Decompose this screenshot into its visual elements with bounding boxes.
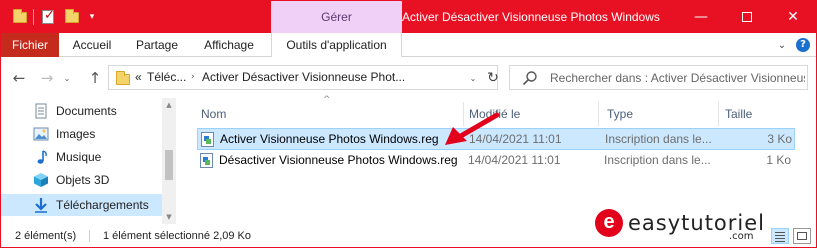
address-history-button[interactable]: ⌄ (467, 68, 479, 88)
refresh-button[interactable]: ↻ (481, 65, 505, 90)
address-bar[interactable]: « Téléc... › Activer Désactiver Visionne… (108, 65, 498, 90)
tab-view[interactable]: Affichage (195, 33, 263, 57)
help-button[interactable]: ? (795, 38, 811, 52)
registry-file-icon (200, 153, 213, 168)
sidebar-item-documents[interactable]: Documents (33, 100, 173, 122)
details-view-button[interactable] (771, 228, 789, 244)
file-size: 1 Ko (766, 153, 791, 167)
divider (33, 9, 34, 25)
column-header-size[interactable]: Taille (725, 102, 795, 126)
breadcrumb-current-folder[interactable]: Activer Désactiver Visionneuse Phot... (202, 66, 405, 89)
arrow-right-icon: → (40, 69, 54, 87)
objects-3d-icon (33, 172, 49, 188)
arrow-up-icon: ↑ (88, 69, 102, 87)
back-button[interactable]: ← (9, 68, 29, 88)
sidebar-item-label: Objets 3D (56, 173, 110, 187)
folder-icon (11, 8, 29, 26)
file-type: Inscription dans le... (605, 132, 712, 146)
scroll-down-icon[interactable]: ▼ (162, 210, 176, 224)
large-icons-view-button[interactable] (793, 228, 811, 244)
navigation-bar: ← → ⌄ ↑ « Téléc... › Activer Désactiver … (1, 58, 816, 98)
file-type: Inscription dans le... (604, 153, 711, 167)
close-icon: ✕ (787, 9, 799, 25)
customize-quick-access-button[interactable]: ▾ (85, 8, 99, 26)
tab-home[interactable]: Accueil (63, 33, 121, 57)
chevron-down-icon: ⌄ (777, 39, 787, 51)
search-box[interactable] (509, 65, 808, 90)
up-button[interactable]: ↑ (85, 68, 105, 88)
images-icon (33, 126, 49, 142)
file-modified: 14/04/2021 11:01 (468, 153, 561, 167)
sidebar-item-music[interactable]: Musique (33, 146, 173, 168)
minimize-icon: — (694, 9, 708, 25)
brand-tld: .com (729, 231, 754, 242)
search-icon (522, 71, 537, 86)
sidebar-item-label: Images (56, 127, 96, 141)
expand-ribbon-button[interactable]: ⌄ (775, 38, 789, 52)
annotation-arrow-icon (445, 112, 500, 145)
new-folder-quick-button[interactable] (63, 8, 81, 26)
chevron-down-icon: ⌄ (63, 73, 71, 83)
downloads-icon (33, 197, 49, 213)
tab-file[interactable]: Fichier (1, 33, 59, 57)
sidebar-item-images[interactable]: Images (33, 123, 173, 145)
properties-icon (42, 8, 55, 24)
documents-icon (33, 103, 49, 119)
file-name: Désactiver Visionneuse Photos Windows.re… (219, 153, 458, 167)
registry-file-icon (201, 132, 214, 147)
sidebar-item-3d-objects[interactable]: Objets 3D (33, 169, 173, 191)
column-divider[interactable] (598, 102, 599, 126)
column-header-name[interactable]: Nom (201, 102, 461, 126)
divider (89, 230, 90, 242)
explorer-window: ▾ Gérer Activer Désactiver Visionneuse P… (0, 0, 817, 248)
maximize-icon (742, 12, 752, 22)
folder-icon (116, 71, 130, 85)
chevron-right-icon[interactable]: › (191, 66, 195, 89)
help-icon: ? (796, 38, 810, 52)
ribbon-tabs: Fichier Accueil Partage Affichage Outils… (1, 33, 816, 57)
tab-share[interactable]: Partage (127, 33, 187, 57)
sidebar-item-label: Téléchargements (56, 198, 149, 212)
minimize-button[interactable]: — (678, 1, 724, 33)
address-overflow[interactable]: « (135, 66, 142, 89)
window-title: Activer Désactiver Visionneuse Photos Wi… (402, 10, 660, 24)
sidebar-item-label: Documents (56, 104, 117, 118)
tab-manage[interactable]: Gérer (271, 1, 402, 33)
new-folder-icon (65, 8, 79, 23)
breadcrumb-downloads[interactable]: Téléc... (147, 66, 186, 89)
column-divider[interactable] (718, 102, 719, 126)
brand-logo: e (595, 209, 623, 237)
sidebar-scrollbar[interactable]: ▲ ▼ (162, 98, 176, 224)
maximize-button[interactable] (724, 1, 770, 33)
scroll-up-icon[interactable]: ▲ (162, 98, 176, 112)
file-row[interactable]: Désactiver Visionneuse Photos Windows.re… (197, 150, 795, 172)
refresh-icon: ↻ (487, 69, 499, 86)
file-size: 3 Ko (767, 132, 792, 146)
status-item-count: 2 élément(s) (15, 230, 77, 242)
close-button[interactable]: ✕ (770, 1, 816, 33)
properties-quick-button[interactable] (39, 8, 57, 26)
brand-watermark: e easytutoriel .com (595, 207, 765, 242)
navigation-pane: Documents Images Musique Objets 3D Téléc… (1, 98, 177, 224)
music-icon (33, 149, 49, 165)
scrollbar-thumb[interactable] (165, 150, 173, 180)
recent-locations-button[interactable]: ⌄ (61, 68, 73, 88)
column-header-type[interactable]: Type (607, 102, 717, 126)
sidebar-item-downloads[interactable]: Téléchargements (1, 194, 162, 216)
arrow-left-icon: ← (12, 69, 26, 87)
file-name: Activer Visionneuse Photos Windows.reg (220, 132, 439, 146)
sidebar-item-label: Musique (56, 150, 102, 164)
search-input[interactable] (550, 66, 805, 89)
forward-button[interactable]: → (37, 68, 57, 88)
status-selection: 1 élément sélectionné 2,09 Ko (103, 230, 251, 242)
title-bar: ▾ Gérer Activer Désactiver Visionneuse P… (1, 1, 816, 33)
chevron-down-icon: ⌄ (469, 73, 477, 83)
large-icons-view-icon (797, 232, 807, 240)
tab-application-tools[interactable]: Outils d'application (271, 33, 402, 57)
